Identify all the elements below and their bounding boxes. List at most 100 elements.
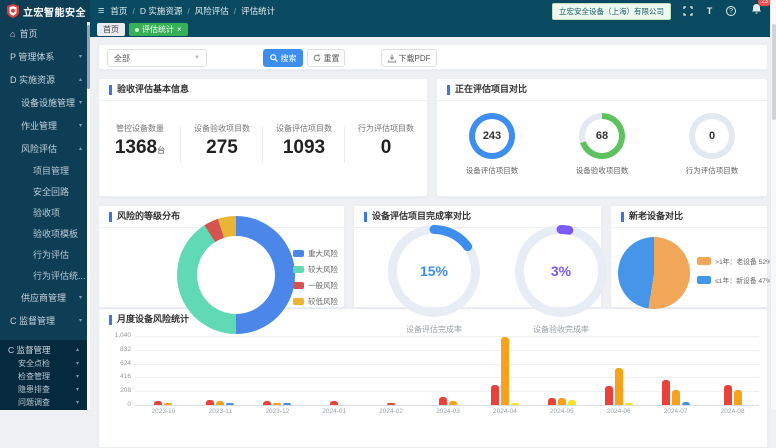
company-badge[interactable]: 立宏安全设备（上海）有限公司	[552, 3, 671, 20]
breadcrumb-item[interactable]: 风险评估	[195, 5, 229, 17]
app-title: 立宏智能安全	[23, 4, 86, 19]
reset-button[interactable]: 重置	[307, 49, 345, 67]
legend-item-较大风险[interactable]: 较大风险	[293, 264, 338, 275]
ring-label: 设备评估项目数	[466, 165, 519, 176]
topbar: 立宏智能安全 ≡ 首页/D 实施资源/风险评估/评估统计 立宏安全设备（上海）有…	[0, 0, 776, 22]
ring-label: 行为评估项目数	[686, 165, 739, 176]
bar-orange-2024-03	[449, 401, 457, 405]
font-size-icon[interactable]: T	[704, 6, 715, 17]
x-axis-label: 2024-01	[306, 408, 362, 415]
refresh-icon	[313, 54, 321, 62]
legend-swatch	[293, 282, 304, 289]
card-title: 新老设备对比	[621, 212, 757, 222]
legend-item-重大风险[interactable]: 重大风险	[293, 248, 338, 259]
legend-item->1年：老设备[interactable]: >1年：老设备 52%	[697, 256, 772, 266]
sidebar-item-label: 供应商管理	[21, 291, 66, 304]
help-icon[interactable]: ?	[726, 6, 736, 16]
close-tab-icon[interactable]: ×	[177, 26, 182, 34]
tab-home[interactable]: 首页	[97, 23, 125, 36]
sidebar-scrollbar[interactable]	[87, 22, 90, 410]
collapse-menu-icon[interactable]: ≡	[98, 5, 104, 17]
legend-item-较低风险[interactable]: 较低风险	[293, 296, 338, 307]
stat-行为评估项目数: 行为评估项目数0	[345, 123, 427, 157]
sidebar-item-风险评估[interactable]: 风险评估▴	[0, 137, 90, 160]
sidebar-item-label: 验收项	[33, 206, 60, 219]
y-axis-label: 208	[99, 387, 131, 394]
tab-current[interactable]: 评估统计 ×	[129, 23, 188, 36]
completion-label: 设备评估完成率	[374, 324, 494, 335]
sidebar-item-验收项模板[interactable]: 验收项模板	[0, 223, 90, 244]
completion-value: 15%	[388, 225, 480, 317]
y-axis-label: 0	[99, 401, 131, 408]
stat-value: 1368台	[99, 138, 181, 157]
y-axis-label: 1,040	[99, 332, 131, 339]
sidebar-item-作业管理[interactable]: 作业管理 ▾	[0, 114, 90, 137]
sidebar-item-D 实施资源[interactable]: D 实施资源▴	[0, 68, 90, 91]
sidebar-item-隐患排查[interactable]: 隐患排查▾	[0, 383, 87, 396]
stat-label: 管控设备数量	[99, 123, 181, 134]
topbar-actions: 立宏安全设备（上海）有限公司 T ? 23	[552, 2, 776, 20]
page-scrollbar[interactable]	[770, 0, 776, 410]
ring-value: 0	[695, 119, 729, 153]
search-button[interactable]: 搜索	[263, 49, 303, 67]
notifications-button[interactable]: 23	[751, 2, 762, 20]
sidebar-item-检查管理[interactable]: 检查管理▾	[0, 370, 87, 383]
progress-rings: 243设备评估项目数68设备验收项目数0行为评估项目数	[437, 113, 767, 176]
card-completion-rate: 设备评估项目完成率对比 15%设备评估完成率3%设备验收完成率	[353, 205, 602, 308]
legend-item-≤1年：新设备[interactable]: ≤1年：新设备 47%	[697, 275, 772, 285]
gridline	[135, 405, 759, 406]
bar-red-2024-05	[548, 398, 556, 405]
bar-yellow-2024-06	[625, 403, 633, 405]
sidebar-item-C 监督管理[interactable]: C 监督管理▾	[0, 309, 90, 332]
download-pdf-button[interactable]: 下载PDF	[381, 49, 437, 67]
legend-item-一般风险[interactable]: 一般风险	[293, 280, 338, 291]
sidebar-item-验收项[interactable]: 验收项	[0, 202, 90, 223]
completion-ring-设备评估完成率: 15%	[388, 225, 480, 317]
chevron-down-icon: ▾	[79, 122, 82, 129]
stat-管控设备数量: 管控设备数量 1368台	[99, 123, 181, 157]
breadcrumb-item[interactable]: D 实施资源	[140, 5, 183, 17]
stat-value: 1093	[263, 138, 345, 157]
breadcrumb-item[interactable]: 首页	[110, 5, 127, 17]
ring-graphic: 68	[579, 113, 625, 159]
fullscreen-icon[interactable]	[682, 6, 693, 17]
sidebar-item-label: 作业管理	[21, 119, 57, 132]
x-axis-label: 2024-06	[591, 408, 647, 415]
completion-label: 设备验收完成率	[501, 324, 621, 335]
scrollbar-thumb[interactable]	[772, 24, 776, 120]
progress-ring-行为评估项目数: 0 行为评估项目数	[686, 113, 739, 176]
gridline	[135, 377, 759, 378]
sidebar-item-设备设施管理[interactable]: 设备设施管理▾	[0, 91, 90, 114]
completion-ring-设备验收完成率: 3%	[515, 225, 607, 317]
bar-red-2023-12	[263, 401, 271, 405]
sidebar-item-行为评估[interactable]: 行为评估	[0, 244, 90, 265]
legend-swatch	[293, 298, 304, 305]
stats-row: 管控设备数量1368台设备验收项目数275设备评估项目数1093行为评估项目数0	[99, 123, 427, 157]
gridline	[135, 364, 759, 365]
chevron-down-icon: ▾	[79, 294, 82, 301]
gridline	[135, 350, 759, 351]
bar-orange-2024-08	[734, 390, 742, 405]
sidebar-item-P 管理体系[interactable]: P 管理体系▾	[0, 45, 90, 68]
bar-red-2024-07	[662, 380, 670, 405]
app-logo: 立宏智能安全	[0, 0, 90, 22]
sidebar: ⌂首页P 管理体系▾D 实施资源▴设备设施管理▾ 作业管理 ▾ 风险评估▴ 项目管理安全…	[0, 22, 90, 410]
sidebar-item-安全回路[interactable]: 安全回路	[0, 181, 90, 202]
sidebar-item-安全点检[interactable]: 安全点检▾	[0, 357, 87, 370]
x-axis-label: 2024-05	[534, 408, 590, 415]
sidebar-item-问题调查[interactable]: 问题调查▾	[0, 396, 87, 409]
sidebar-item-label: 项目管理	[33, 164, 69, 177]
filter-select[interactable]: 全部 ▼	[107, 49, 207, 67]
filter-toolbar: 全部 ▼ 搜索 重置 下载PDF	[98, 44, 768, 70]
card-title: 验收评估基本信息	[109, 85, 417, 95]
sidebar-item-C 监督管理[interactable]: C 监督管理▴	[0, 342, 87, 357]
card-in-progress: 正在评估项目对比 243设备评估项目数68设备验收项目数0行为评估项目数	[436, 78, 768, 197]
card-risk-level: 风险的等级分布 重大风险较大风险一般风险较低风险	[98, 205, 345, 308]
bar-red-2024-06	[605, 386, 613, 405]
sidebar-item-label: 隐患排查	[18, 384, 50, 395]
sidebar-item-项目管理[interactable]: 项目管理	[0, 160, 90, 181]
sidebar-item-行为评估统...[interactable]: 行为评估统...	[0, 265, 90, 286]
sidebar-item-首页[interactable]: ⌂首页	[0, 22, 90, 45]
bar-red-2024-02	[387, 403, 395, 405]
sidebar-item-供应商管理[interactable]: 供应商管理 ▾	[0, 286, 90, 309]
